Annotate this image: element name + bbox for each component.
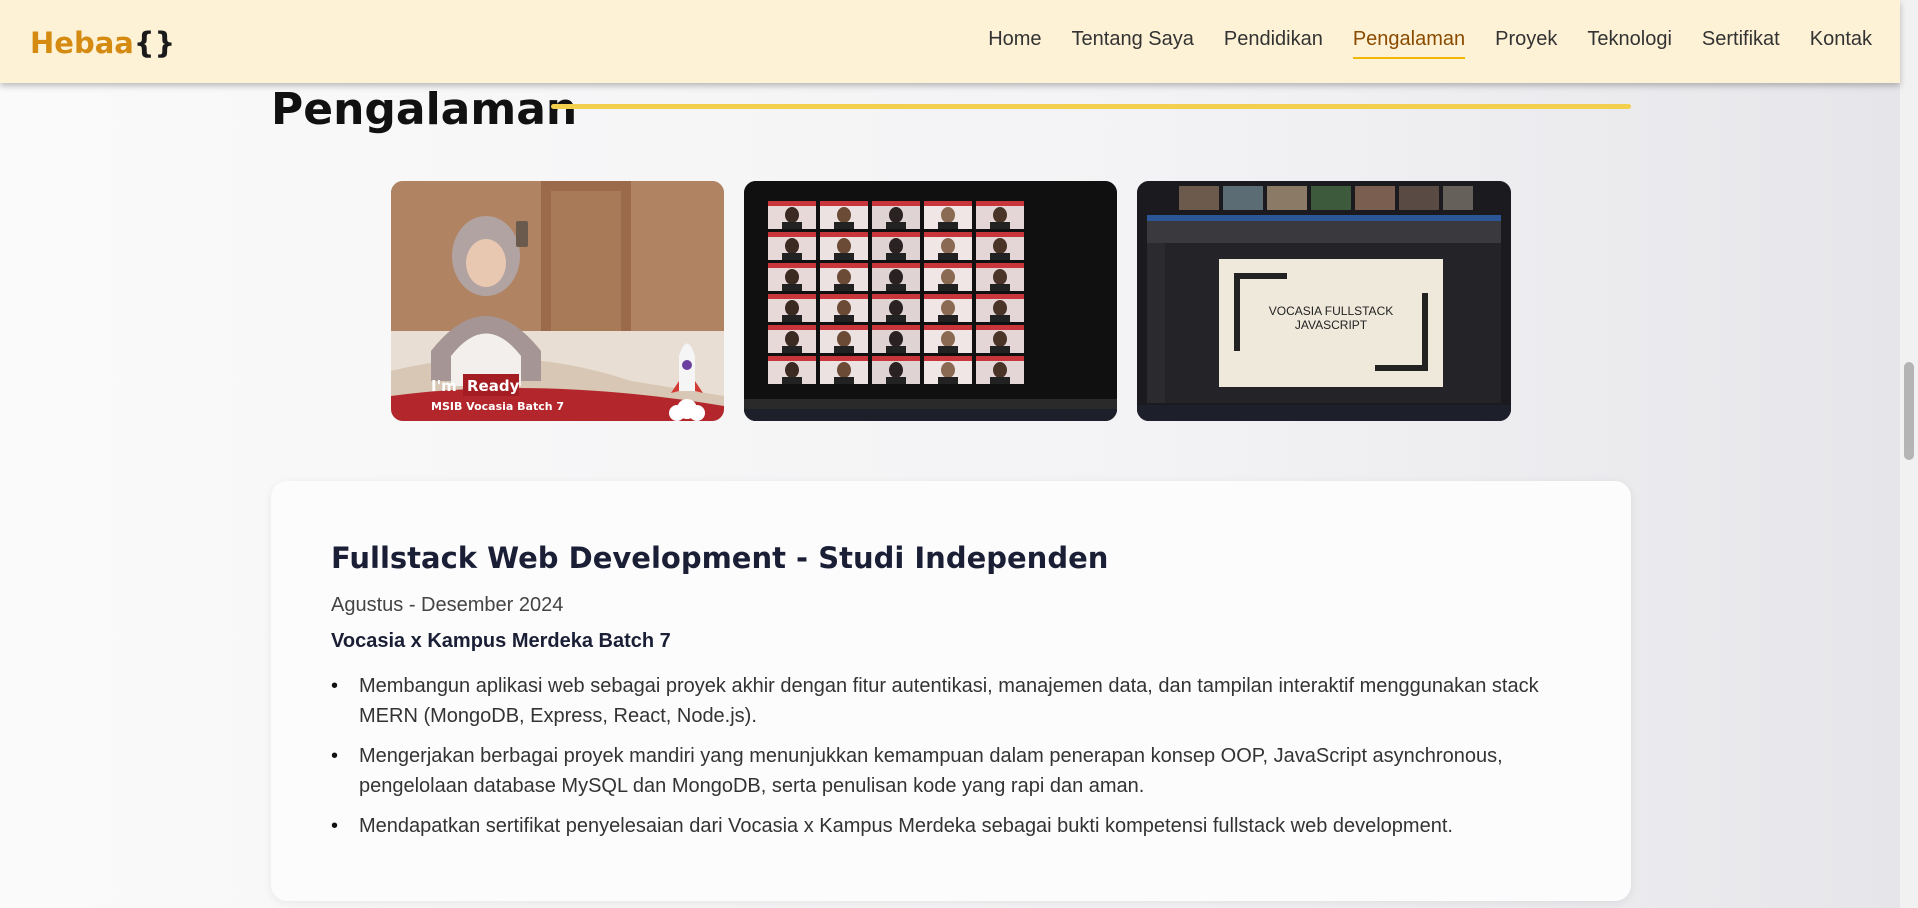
participant-tile xyxy=(976,201,1024,229)
zoom-grid-illustration xyxy=(744,181,1117,421)
participant-tile xyxy=(820,232,868,260)
experience-photo-zoom-meeting xyxy=(744,181,1117,421)
participant-tile xyxy=(976,232,1024,260)
participant-tile xyxy=(872,356,920,384)
participant-tile xyxy=(872,325,920,353)
experience-bullet: Mendapatkan sertifikat penyelesaian dari… xyxy=(331,811,1581,841)
nav-item-tentang-saya[interactable]: Tentang Saya xyxy=(1072,28,1194,59)
participant-tile xyxy=(924,232,972,260)
experience-bullet: Membangun aplikasi web sebagai proyek ak… xyxy=(331,671,1581,731)
participant-tile xyxy=(820,201,868,229)
participant-tile xyxy=(872,294,920,322)
nav-item-proyek[interactable]: Proyek xyxy=(1495,28,1557,59)
experience-bullet: Mengerjakan berbagai proyek mandiri yang… xyxy=(331,741,1581,801)
photo-caption-ready: Ready xyxy=(467,377,520,395)
brand-name: Hebaa xyxy=(30,26,134,60)
participant-tile xyxy=(924,325,972,353)
presentation-illustration: VOCASIA FULLSTACK JAVASCRIPT xyxy=(1137,181,1511,421)
page-scrollbar[interactable] xyxy=(1900,0,1918,908)
participant-tile xyxy=(768,325,816,353)
slide-title-line2: JAVASCRIPT xyxy=(1295,318,1368,332)
photo-caption-subtitle: MSIB Vocasia Batch 7 xyxy=(431,400,564,413)
participant-tile xyxy=(976,294,1024,322)
experience-photo-selfie: I'm Ready MSIB Vocasia Batch 7 xyxy=(391,181,724,421)
participant-tile xyxy=(976,263,1024,291)
navbar: Hebaa{} Home Tentang Saya Pendidikan Pen… xyxy=(0,0,1900,83)
selfie-illustration: I'm Ready MSIB Vocasia Batch 7 xyxy=(391,181,724,421)
brand-braces: {} xyxy=(133,26,176,60)
participant-tile xyxy=(924,356,972,384)
participant-tile xyxy=(820,356,868,384)
participant-tile xyxy=(872,232,920,260)
nav-item-pendidikan[interactable]: Pendidikan xyxy=(1224,28,1323,59)
experience-bullet-list: Membangun aplikasi web sebagai proyek ak… xyxy=(331,671,1581,851)
photo-caption-im: I'm xyxy=(431,377,457,395)
participant-tile xyxy=(768,232,816,260)
experience-title: Fullstack Web Development - Studi Indepe… xyxy=(331,541,1109,575)
participant-tile xyxy=(768,263,816,291)
nav-item-home[interactable]: Home xyxy=(988,28,1041,59)
participant-tile xyxy=(872,201,920,229)
participant-tile xyxy=(820,325,868,353)
scrollbar-thumb[interactable] xyxy=(1904,362,1914,460)
experience-date: Agustus - Desember 2024 xyxy=(331,594,564,616)
participant-tile xyxy=(924,263,972,291)
participant-tile xyxy=(924,201,972,229)
experience-card: Fullstack Web Development - Studi Indepe… xyxy=(271,481,1631,901)
nav-item-pengalaman[interactable]: Pengalaman xyxy=(1352,28,1466,59)
experience-organization: Vocasia x Kampus Merdeka Batch 7 xyxy=(331,630,671,652)
participant-tile xyxy=(976,356,1024,384)
brand-logo[interactable]: Hebaa{} xyxy=(30,26,175,60)
participant-tile xyxy=(768,356,816,384)
nav-item-teknologi[interactable]: Teknologi xyxy=(1587,28,1672,59)
slide-title-line1: VOCASIA FULLSTACK xyxy=(1269,304,1393,318)
participant-tile xyxy=(768,294,816,322)
participant-tile xyxy=(924,294,972,322)
participant-tile xyxy=(768,201,816,229)
section-title: Pengalaman xyxy=(271,84,578,135)
participant-tile xyxy=(820,294,868,322)
nav-menu: Home Tentang Saya Pendidikan Pengalaman … xyxy=(958,28,1872,59)
section-title-underline xyxy=(551,104,1631,109)
participant-tile xyxy=(820,263,868,291)
nav-item-kontak[interactable]: Kontak xyxy=(1810,28,1872,59)
participant-thumbnails xyxy=(1179,186,1473,210)
experience-photo-presentation: VOCASIA FULLSTACK JAVASCRIPT xyxy=(1137,181,1511,421)
nav-item-sertifikat[interactable]: Sertifikat xyxy=(1702,28,1780,59)
participant-tile xyxy=(976,325,1024,353)
participant-tile xyxy=(872,263,920,291)
